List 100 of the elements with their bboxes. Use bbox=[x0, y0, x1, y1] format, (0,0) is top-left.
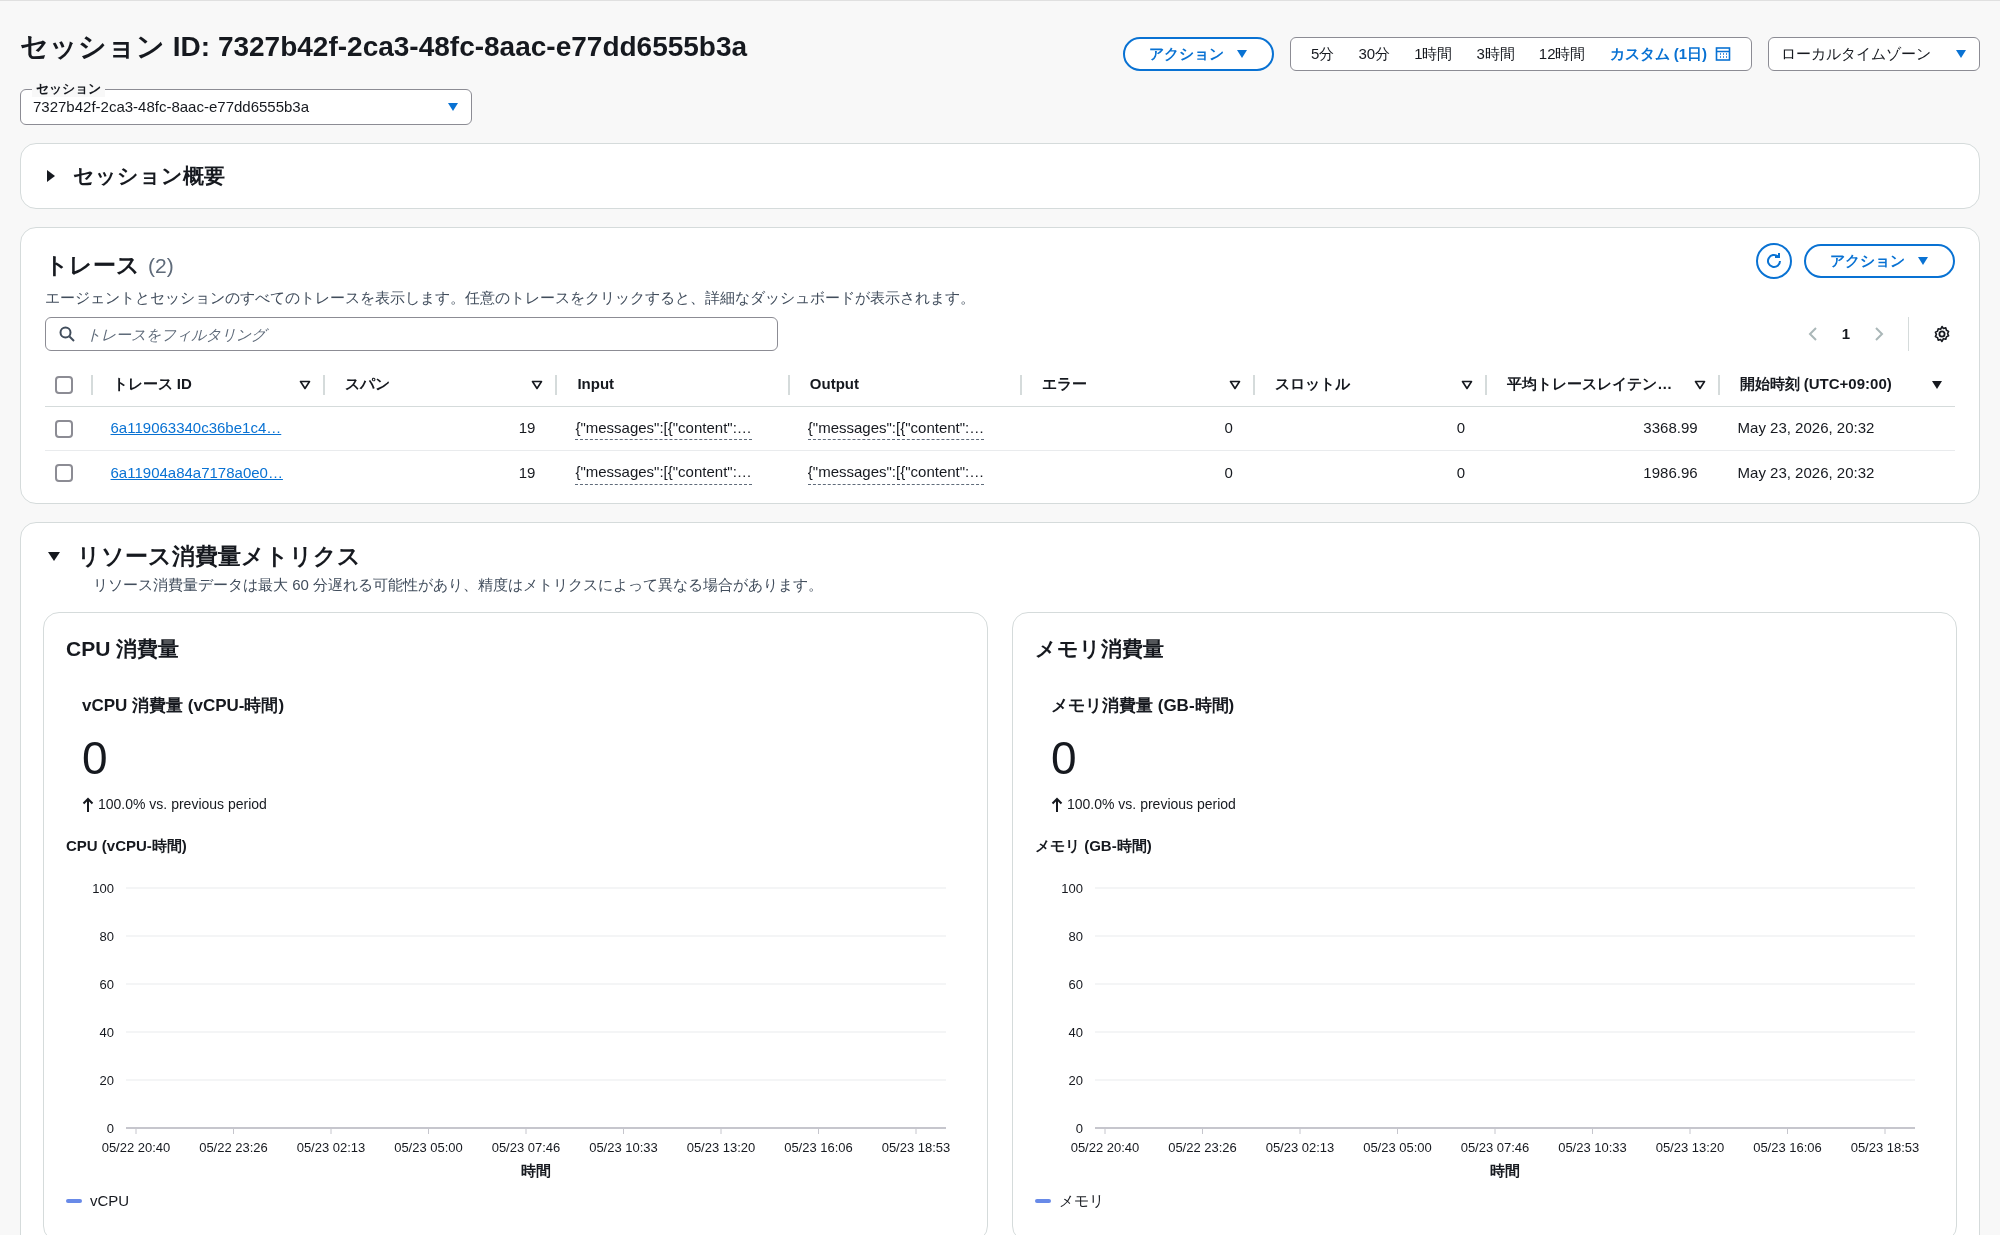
caret-icon bbox=[1955, 49, 1967, 59]
arrow-up-icon bbox=[82, 796, 94, 813]
caret-icon bbox=[1917, 256, 1929, 267]
table-cell[interactable]: {"messages":[{"content":… bbox=[807, 416, 985, 441]
x-tick-label: 05/23 13:20 bbox=[686, 1139, 756, 1155]
x-tick bbox=[233, 1127, 234, 1134]
column-header: Input bbox=[577, 374, 615, 395]
checkbox[interactable] bbox=[55, 419, 73, 438]
table-cell-text: May 23, 2026, 20:32 bbox=[1737, 418, 1875, 439]
table-cell-text: 1986.96 bbox=[1643, 462, 1698, 483]
x-tick-label: 05/23 13:20 bbox=[1655, 1139, 1725, 1155]
refresh-button[interactable] bbox=[1756, 243, 1792, 280]
change-text: 100.0% vs. previous period bbox=[98, 795, 267, 814]
trace-id-link[interactable]: 6a119063340c36be1c4… bbox=[110, 417, 282, 440]
table-cell-text: May 23, 2026, 20:32 bbox=[1737, 462, 1875, 483]
sort-icon[interactable] bbox=[1693, 379, 1706, 390]
legend-label: メモリ bbox=[1059, 1190, 1104, 1211]
trace-count: (2) bbox=[148, 253, 174, 279]
table-cell-text: 3368.99 bbox=[1643, 418, 1698, 439]
sort-icon[interactable] bbox=[1228, 379, 1241, 390]
x-tick-label: 05/23 18:53 bbox=[881, 1139, 951, 1155]
page-number[interactable]: 1 bbox=[1841, 322, 1850, 346]
search-icon bbox=[59, 326, 75, 342]
x-tick bbox=[1592, 1127, 1593, 1134]
checkbox[interactable] bbox=[55, 375, 73, 394]
table-cell[interactable]: {"messages":[{"content":… bbox=[807, 461, 985, 485]
table-cell-text: 0 bbox=[1456, 418, 1466, 439]
filter-field[interactable]: トレースをフィルタリング bbox=[45, 317, 778, 351]
x-tick-label: 05/22 23:26 bbox=[199, 1139, 268, 1155]
field-label: セッション bbox=[32, 81, 105, 97]
column-header: スロットル bbox=[1274, 374, 1350, 395]
change-text: 100.0% vs. previous period bbox=[1067, 795, 1236, 814]
sort-icon[interactable] bbox=[1461, 379, 1474, 390]
chart-title: CPU (vCPU-時間) bbox=[66, 836, 188, 856]
refresh-icon bbox=[1765, 252, 1783, 271]
x-tick-label: 05/22 20:40 bbox=[101, 1139, 171, 1155]
time-range-option[interactable]: カスタム (1日) bbox=[1597, 42, 1743, 66]
section-description: エージェントとセッションのすべてのトレースを表示します。任意のトレースをクリックすると、詳細なダッシュボードが表示されます。 bbox=[45, 287, 976, 308]
calendar-icon bbox=[1715, 46, 1731, 62]
trace-id-link[interactable]: 6a11904a84a7178a0e0… bbox=[110, 461, 283, 485]
x-tick bbox=[1787, 1127, 1788, 1134]
card-title: メモリ消費量 bbox=[1035, 636, 1165, 662]
actions-button[interactable]: アクション bbox=[1804, 244, 1955, 279]
section-title: リソース消費量メトリクス bbox=[77, 542, 361, 571]
table-cell[interactable]: {"messages":[{"content":… bbox=[575, 416, 752, 441]
arrow-up-icon bbox=[1051, 796, 1063, 813]
section-title: セッション概要 bbox=[73, 163, 225, 190]
x-tick bbox=[1202, 1127, 1203, 1134]
x-axis-title: 時間 bbox=[1490, 1161, 1520, 1178]
time-range-option[interactable]: 1時間 bbox=[1402, 42, 1465, 66]
card-title: CPU 消費量 bbox=[66, 636, 181, 662]
caret-icon bbox=[1236, 49, 1249, 59]
table-cell-text: 0 bbox=[1456, 462, 1466, 483]
x-tick-label: 05/23 07:46 bbox=[1460, 1139, 1530, 1155]
timezone-select[interactable]: ローカルタイムゾーン bbox=[1768, 37, 1980, 71]
y-tick-label: 40 bbox=[99, 1024, 114, 1040]
sort-icon[interactable] bbox=[299, 379, 311, 390]
column-header: スパン bbox=[345, 374, 390, 395]
table-cell-text: 19 bbox=[518, 418, 536, 439]
y-tick-label: 0 bbox=[106, 1120, 114, 1136]
column-header: Output bbox=[809, 374, 859, 395]
x-tick-label: 05/23 16:06 bbox=[784, 1139, 853, 1155]
x-tick bbox=[818, 1127, 819, 1134]
column-header: 平均トレースレイテン… bbox=[1507, 374, 1673, 395]
sort-descending-icon[interactable] bbox=[1931, 379, 1943, 390]
page-title: セッション ID: 7327b42f-2ca3-48fc-8aac-e77dd6555b3a bbox=[20, 30, 748, 64]
x-tick-label: 05/23 05:00 bbox=[394, 1139, 463, 1155]
section-description: リソース消費量データは最大 60 分遅れる可能性があり、精度はメトリクスによって異なる場合があります。 bbox=[92, 574, 825, 595]
sort-icon[interactable] bbox=[531, 379, 544, 390]
x-tick-label: 05/23 10:33 bbox=[589, 1139, 658, 1155]
y-tick-label: 20 bbox=[99, 1072, 114, 1088]
x-tick bbox=[623, 1127, 624, 1134]
table-cell-text: 0 bbox=[1224, 462, 1233, 483]
time-range-option[interactable]: 12時間 bbox=[1526, 42, 1598, 66]
kpi-label: メモリ消費量 (GB-時間) bbox=[1050, 694, 1236, 717]
table-cell-text: 19 bbox=[518, 462, 536, 483]
checkbox[interactable] bbox=[55, 464, 73, 482]
time-range-option[interactable]: 3時間 bbox=[1464, 42, 1527, 66]
kpi-value: 0 bbox=[81, 731, 109, 786]
y-tick-label: 0 bbox=[1075, 1120, 1083, 1136]
x-axis-title: 時間 bbox=[521, 1161, 551, 1178]
section-title: トレース bbox=[45, 251, 140, 280]
expand-toggle-icon[interactable] bbox=[47, 550, 61, 563]
actions-button[interactable]: アクション bbox=[1123, 37, 1275, 71]
column-header: トレース ID bbox=[112, 374, 192, 395]
time-range-option[interactable]: 30分 bbox=[1346, 42, 1403, 66]
x-tick-label: 05/23 02:13 bbox=[1265, 1139, 1335, 1155]
x-tick bbox=[428, 1127, 429, 1134]
x-tick-label: 05/23 10:33 bbox=[1558, 1139, 1627, 1155]
expand-toggle-icon[interactable] bbox=[45, 169, 57, 183]
settings-icon[interactable] bbox=[1933, 325, 1951, 343]
kpi-value: 0 bbox=[1050, 731, 1078, 786]
table-cell[interactable]: {"messages":[{"content":… bbox=[575, 461, 752, 485]
x-tick-label: 05/23 07:46 bbox=[491, 1139, 561, 1155]
y-tick-label: 20 bbox=[1068, 1072, 1083, 1088]
x-tick-label: 05/23 02:13 bbox=[296, 1139, 366, 1155]
caret-icon bbox=[447, 102, 459, 112]
x-tick-label: 05/23 18:53 bbox=[1850, 1139, 1920, 1155]
time-range-option[interactable]: 5分 bbox=[1299, 42, 1347, 66]
y-tick-label: 100 bbox=[92, 880, 114, 896]
